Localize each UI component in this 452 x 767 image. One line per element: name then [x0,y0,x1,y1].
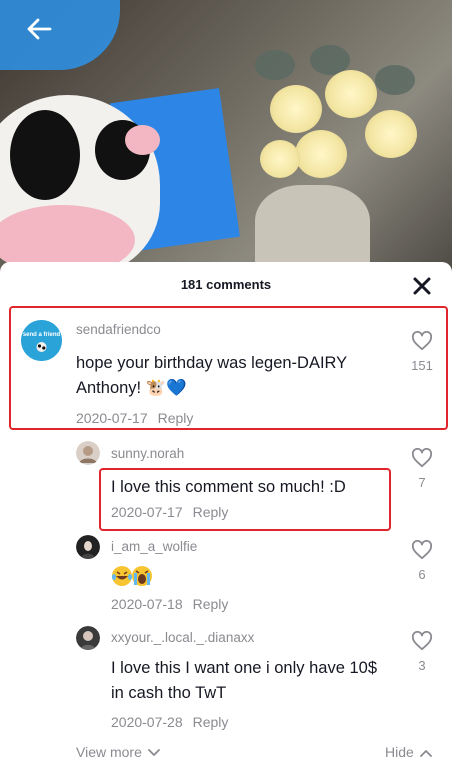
heart-outline-icon [411,330,433,351]
like-count: 6 [418,567,426,582]
avatar[interactable]: send a friend [21,320,62,361]
view-more-button[interactable]: View more [76,744,160,760]
heart-outline-icon [411,630,433,651]
like-count: 7 [418,475,426,490]
heart-outline-icon [411,539,433,560]
reply-text: I love this comment so much! :D [111,478,346,496]
flower-bouquet [255,45,430,195]
like-button[interactable]: 151 [407,330,437,373]
comment-username[interactable]: sendafriendco [76,322,161,337]
cow-plush-spot [10,110,80,200]
reply-button[interactable]: Reply [193,714,229,730]
like-button[interactable]: 7 [407,447,437,490]
cow-plush-ear [125,125,160,155]
like-count: 151 [411,358,433,373]
reply-date: 2020-07-17 [111,504,183,520]
back-arrow-icon[interactable] [24,14,54,44]
video-background[interactable] [0,0,452,275]
reply-emoji [111,565,153,587]
avatar[interactable] [76,441,100,465]
view-more-label: View more [76,744,142,760]
chevron-up-icon [419,750,432,757]
comment-text: hope your birthday was legen-DAIRY Antho… [76,354,347,397]
avatar[interactable] [76,626,100,650]
reply-button[interactable]: Reply [193,596,229,612]
hide-button[interactable]: Hide [385,744,432,760]
reply-meta: 2020-07-28 Reply [111,714,228,730]
reply-button[interactable]: Reply [193,504,229,520]
like-count: 3 [418,658,426,673]
blue-fabric [0,0,120,70]
comment-meta: 2020-07-17 Reply [76,410,193,426]
close-icon[interactable] [411,275,433,297]
svg-text:send a friend: send a friend [23,332,61,338]
comments-count-title: 181 comments [180,277,272,292]
reply-meta: 2020-07-18 Reply [111,596,228,612]
comment-date: 2020-07-17 [76,410,148,426]
laughing-crying-emoji-icon [112,565,152,586]
reply-button[interactable]: Reply [158,410,194,426]
like-button[interactable]: 3 [407,630,437,673]
reply-text [111,563,311,588]
reply-date: 2020-07-28 [111,714,183,730]
reply-username[interactable]: xxyour._.local._.dianaxx [111,630,254,645]
reply-date: 2020-07-18 [111,596,183,612]
heart-outline-icon [411,447,433,468]
avatar[interactable] [76,535,100,559]
like-button[interactable]: 6 [407,539,437,582]
reply-username[interactable]: sunny.norah [111,446,184,461]
chevron-down-icon [147,749,160,756]
reply-username[interactable]: i_am_a_wolfie [111,539,197,554]
reply-meta: 2020-07-17 Reply [111,504,228,520]
reply-text: I love this I want one i only have 10$ i… [111,659,377,702]
hide-label: Hide [385,744,414,760]
